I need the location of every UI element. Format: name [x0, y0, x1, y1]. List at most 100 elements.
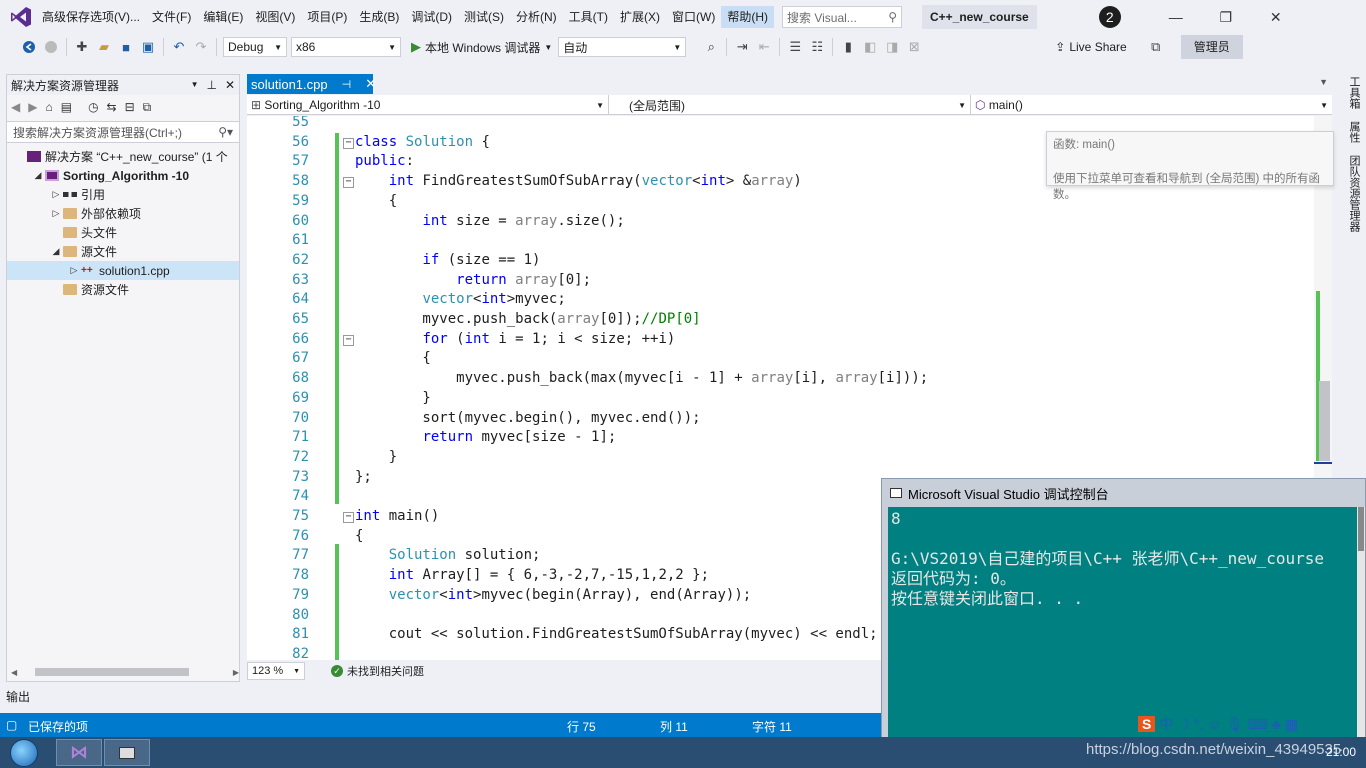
tree-item[interactable]: ◢ Sorting_Algorithm -10	[7, 166, 239, 185]
tree-item[interactable]: 解决方案 “C++_new_course” (1 个	[7, 147, 239, 166]
emoji-icon[interactable]: ☺	[1207, 716, 1221, 732]
start-debug-button[interactable]: ▶ 本地 Windows 调试器 ▼	[411, 39, 552, 56]
sync-icon[interactable]: ⇆	[107, 100, 117, 114]
fold-toggle-icon[interactable]: −	[343, 177, 354, 189]
close-icon[interactable]: ✕	[365, 76, 376, 92]
home-icon[interactable]: ⌂	[45, 100, 52, 114]
code-line[interactable]: 75 int main() −	[247, 508, 439, 528]
configuration-select[interactable]: Debug ▼	[223, 37, 287, 57]
menu-item[interactable]: 生成(B)	[353, 6, 405, 28]
debug-console-window[interactable]: Microsoft Visual Studio 调试控制台 8 G:\VS2019…	[881, 478, 1366, 740]
code-line[interactable]: 64 vector<int>myvec;	[247, 291, 566, 311]
code-line[interactable]: 70 sort(myvec.begin(), myvec.end());	[247, 410, 700, 430]
close-icon[interactable]: ✕	[225, 78, 235, 92]
tree-item[interactable]: ▷ 外部依赖项	[7, 204, 239, 223]
back-icon[interactable]: ◀	[11, 100, 20, 114]
redo-icon[interactable]: ↷	[190, 36, 212, 58]
expand-arrow-icon[interactable]: ▷	[67, 265, 81, 276]
back-icon[interactable]	[18, 36, 40, 58]
code-line[interactable]: 56 class Solution {−	[247, 134, 490, 154]
clear-bookmark-icon[interactable]: ⊠	[903, 36, 925, 58]
open-folder-icon[interactable]: ▰	[93, 36, 115, 58]
scrollbar-thumb[interactable]	[1358, 507, 1364, 551]
code-line[interactable]: 57 public:	[247, 153, 414, 173]
tree-item[interactable]: ▷ ++ solution1.cpp	[7, 261, 239, 280]
forward-icon[interactable]	[40, 36, 62, 58]
punctuation-icon[interactable]: °,	[1194, 716, 1204, 732]
scrollbar-thumb[interactable]	[1319, 381, 1330, 461]
code-line[interactable]: 61	[247, 232, 309, 252]
prev-bookmark-icon[interactable]: ◧	[859, 36, 881, 58]
menu-item[interactable]: 分析(N)	[510, 6, 563, 28]
menu-item[interactable]: 帮助(H)	[721, 6, 774, 28]
menu-item[interactable]: 调试(D)	[405, 6, 458, 28]
scroll-right-icon[interactable]: ▶	[233, 668, 239, 677]
code-line[interactable]: 67 {	[247, 350, 431, 370]
tree-item[interactable]: ▷ 引用	[7, 185, 239, 204]
code-line[interactable]: 76 {	[247, 528, 363, 548]
zoom-select[interactable]: 123 % ▼	[247, 662, 305, 680]
keyboard-icon[interactable]: ⌨	[1247, 716, 1267, 733]
pin-icon[interactable]: ⊥	[206, 78, 216, 92]
tree-item[interactable]: ◢ 源文件	[7, 242, 239, 261]
scope-nav-select[interactable]: (全局范围) ▼	[609, 95, 971, 115]
step-icon[interactable]: ⇥	[731, 36, 753, 58]
switch-view-icon[interactable]: ▤	[61, 100, 72, 114]
skin-icon[interactable]: ♣	[1272, 716, 1281, 732]
horizontal-scrollbar[interactable]: ◀ ▶	[7, 663, 239, 681]
output-panel-tab[interactable]: 输出	[0, 684, 883, 712]
console-scrollbar[interactable]	[1357, 507, 1365, 739]
menu-item[interactable]: 项目(P)	[301, 6, 353, 28]
code-line[interactable]: 71 return myvec[size - 1];	[247, 429, 616, 449]
fold-toggle-icon[interactable]: −	[343, 334, 354, 346]
code-line[interactable]: 74	[247, 488, 309, 508]
show-all-files-icon[interactable]: ⧉	[143, 100, 152, 115]
pending-changes-icon[interactable]: ◷	[88, 100, 98, 114]
code-line[interactable]: 69 }	[247, 390, 431, 410]
menu-item[interactable]: 编辑(E)	[197, 6, 249, 28]
toolbox-tab[interactable]: 工具箱	[1346, 70, 1362, 115]
collapse-all-icon[interactable]: ⊟	[125, 100, 135, 114]
forward-icon[interactable]: ▶	[28, 100, 37, 114]
code-line[interactable]: 63 return array[0];	[247, 272, 591, 292]
platform-select[interactable]: x86 ▼	[291, 37, 401, 57]
code-line[interactable]: 80	[247, 607, 309, 627]
project-nav-select[interactable]: ⊞ Sorting_Algorithm -10 ▼	[247, 95, 609, 115]
solution-search-input[interactable]: 搜索解决方案资源管理器(Ctrl+;) ⚲▾	[7, 121, 239, 143]
menu-item[interactable]: 高级保存选项(V)...	[36, 6, 146, 28]
comment-icon[interactable]: ☰	[784, 36, 806, 58]
expand-arrow-icon[interactable]: ◢	[31, 170, 45, 181]
code-line[interactable]: 82	[247, 646, 309, 660]
team-explorer-tab[interactable]: 团队资源管理器	[1346, 149, 1362, 238]
code-line[interactable]: 58 int FindGreatestSumOfSubArray(vector<…	[247, 173, 802, 193]
close-button[interactable]: ✕	[1251, 9, 1301, 26]
tab-overflow-icon[interactable]: ▼	[1319, 77, 1328, 87]
dropdown-icon[interactable]: ▼	[191, 78, 199, 92]
expand-arrow-icon[interactable]: ▷	[49, 208, 63, 219]
code-line[interactable]: 68 myvec.push_back(max(myvec[i - 1] + ar…	[247, 370, 928, 390]
code-line[interactable]: 60 int size = array.size();	[247, 213, 625, 233]
menu-item[interactable]: 工具(T)	[563, 6, 614, 28]
expand-arrow-icon[interactable]: ◢	[49, 246, 63, 257]
restore-button[interactable]: ❐	[1201, 9, 1251, 26]
next-bookmark-icon[interactable]: ◨	[881, 36, 903, 58]
minimize-button[interactable]: —	[1151, 9, 1201, 26]
code-line[interactable]: 66 for (int i = 1; i < size; ++i) −	[247, 331, 675, 351]
chinese-mode-icon[interactable]: 中	[1159, 714, 1173, 734]
save-all-icon[interactable]: ▣	[137, 36, 159, 58]
taskbar-console[interactable]	[104, 739, 150, 766]
step-over-icon[interactable]: ⇤	[753, 36, 775, 58]
fold-toggle-icon[interactable]: −	[343, 137, 354, 149]
code-line[interactable]: 62 if (size == 1)	[247, 252, 540, 272]
code-line[interactable]: 59 {	[247, 193, 397, 213]
console-title-bar[interactable]: Microsoft Visual Studio 调试控制台	[882, 479, 1365, 507]
code-line[interactable]: 79 vector<int>myvec(begin(Array), end(Ar…	[247, 587, 751, 607]
code-line[interactable]: 77 Solution solution;	[247, 547, 540, 567]
fold-toggle-icon[interactable]: −	[343, 512, 354, 523]
scroll-left-icon[interactable]: ◀	[11, 668, 17, 677]
code-line[interactable]: 72 }	[247, 449, 397, 469]
tree-item[interactable]: 头文件	[7, 223, 239, 242]
mic-icon[interactable]: 🎙	[1226, 716, 1244, 733]
sogou-icon[interactable]: S	[1138, 716, 1156, 732]
bookmark-icon[interactable]: ▮	[837, 36, 859, 58]
